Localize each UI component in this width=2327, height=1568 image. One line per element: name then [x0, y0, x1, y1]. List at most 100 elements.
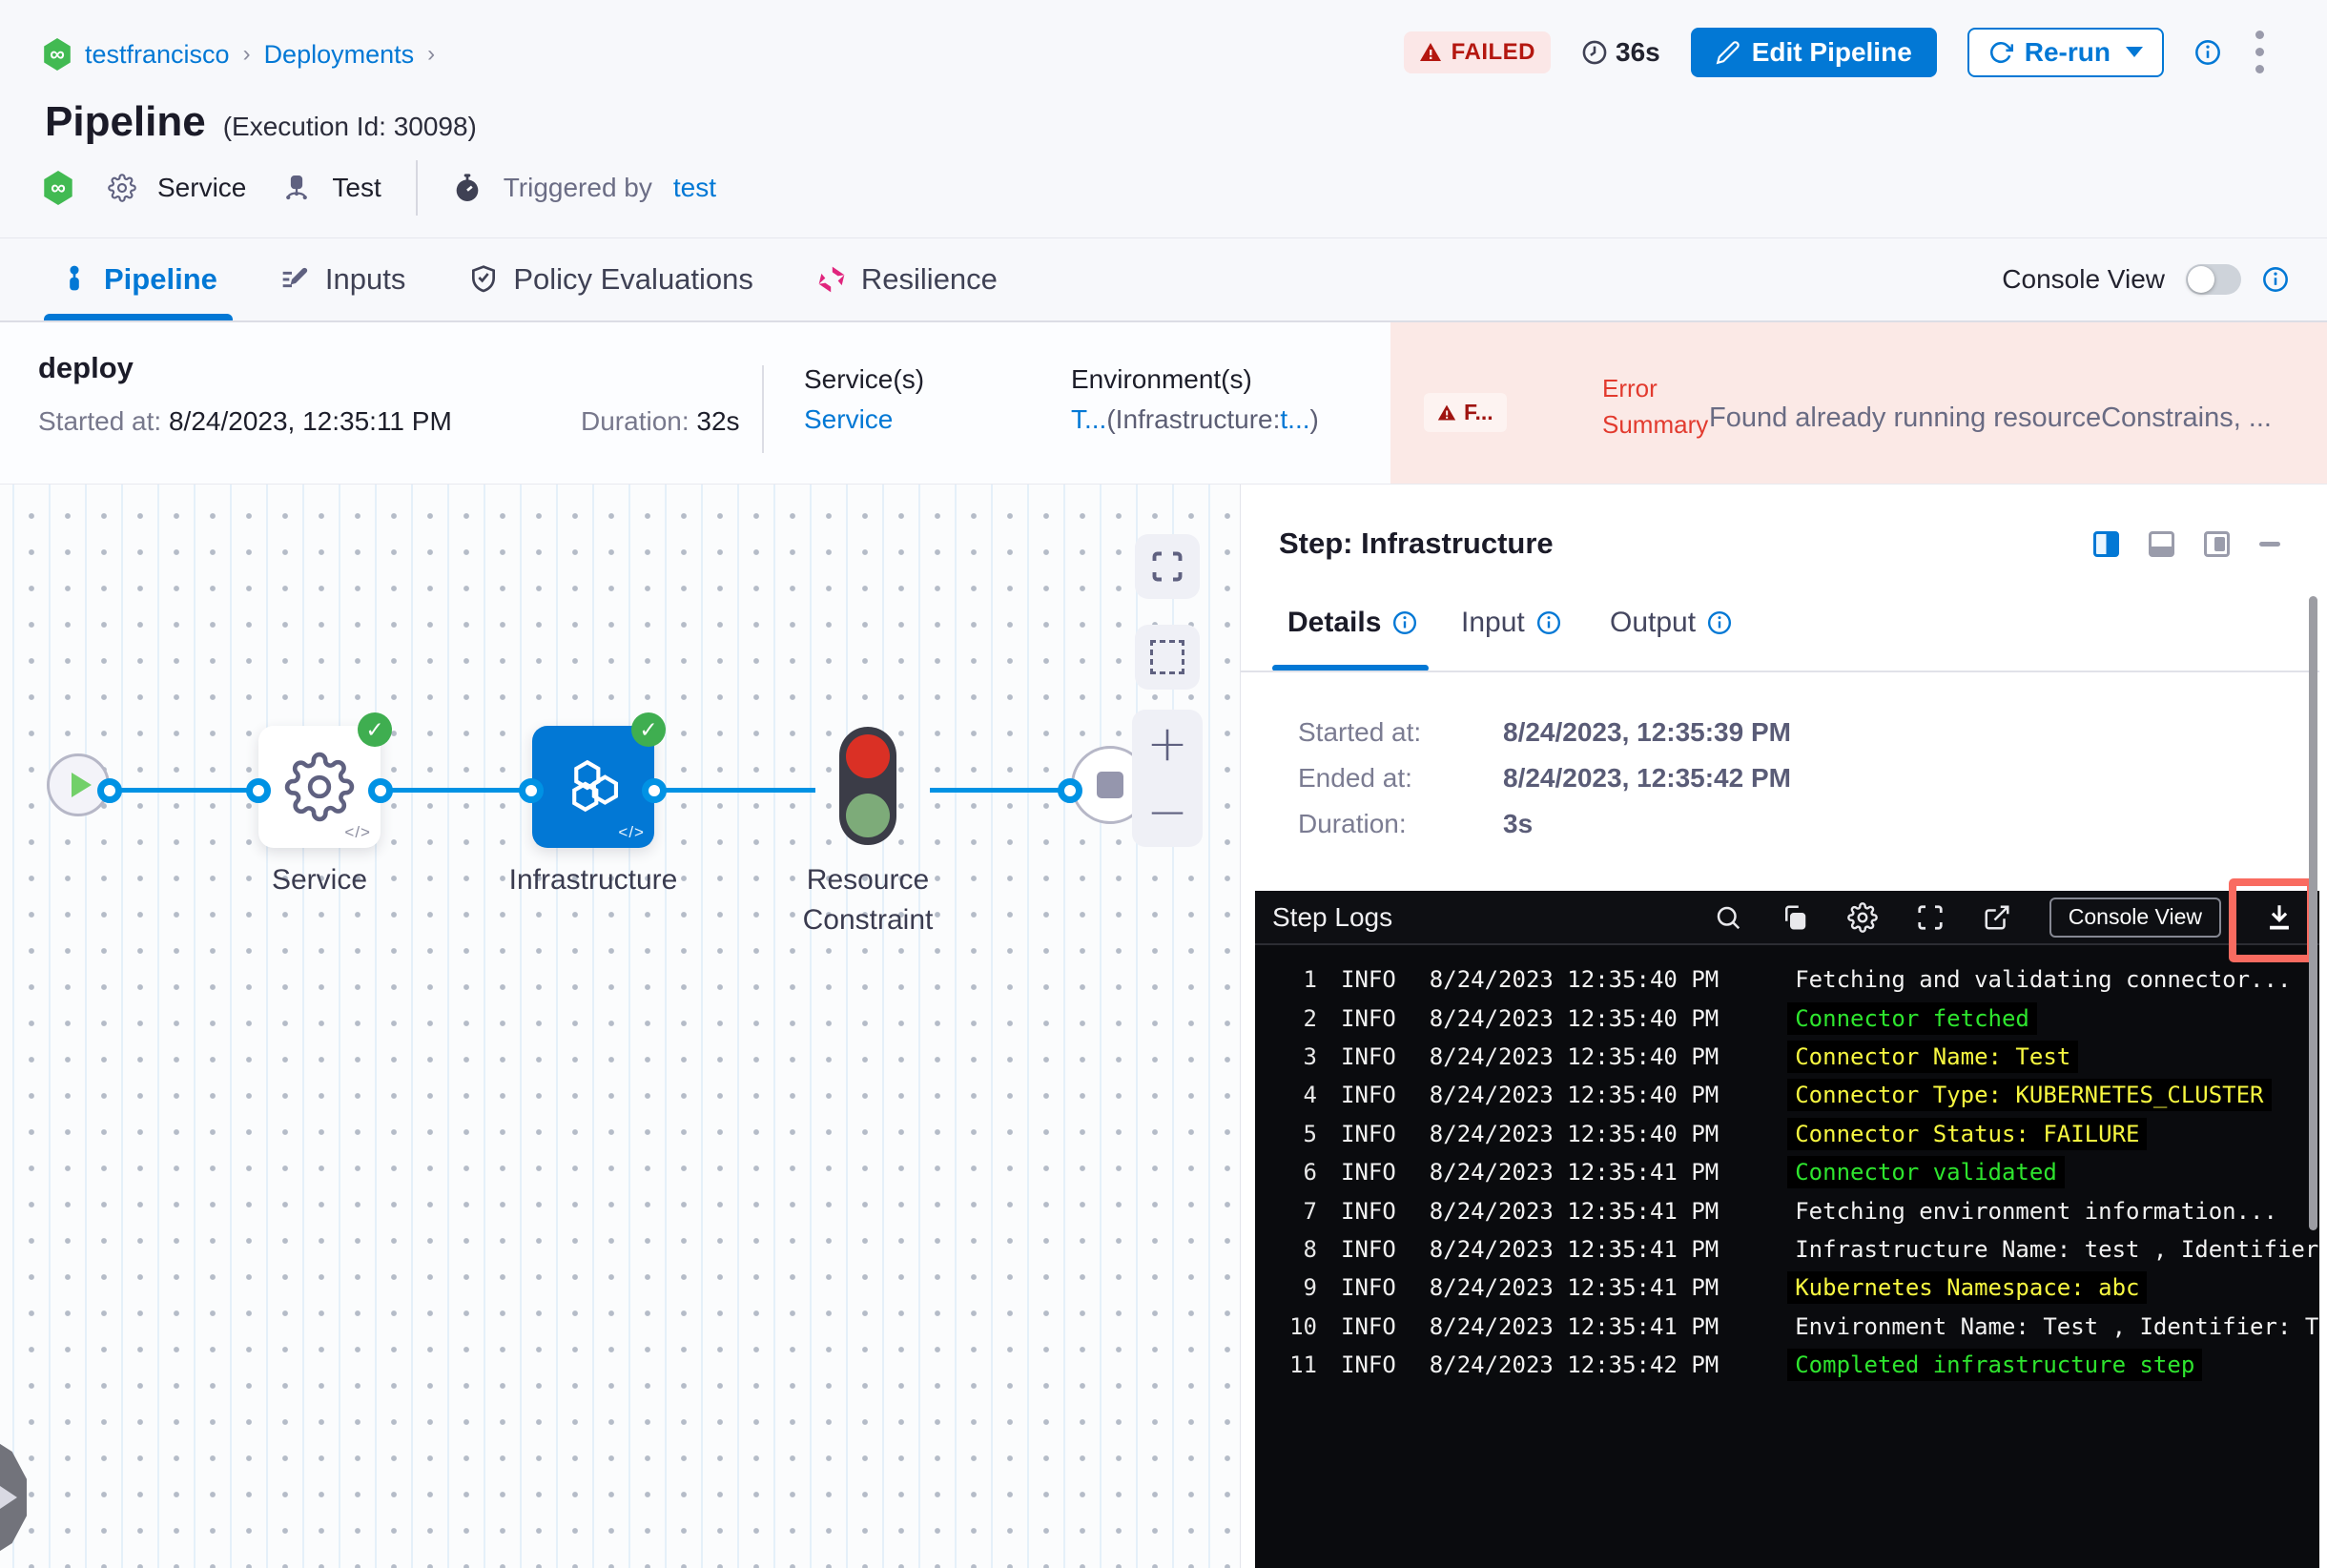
tab-details[interactable]: Details [1287, 607, 1417, 639]
layout-floating-button[interactable] [2204, 531, 2230, 557]
error-summary-text: Found already running resourceConstrains… [1709, 402, 2272, 433]
inputs-icon [282, 267, 308, 288]
node-label-infrastructure: Infrastructure [508, 864, 678, 896]
divider [1241, 671, 2327, 672]
green-light [846, 794, 890, 837]
warning-triangle-icon [1437, 404, 1456, 420]
expand-panel-handle[interactable] [0, 1440, 27, 1555]
trigger-user-name: Test [332, 173, 381, 202]
service-link[interactable]: Service [804, 404, 893, 435]
stage-summary-bar: deploy Started at: 8/24/2023, 12:35:11 P… [0, 322, 2327, 485]
clock-icon [1582, 40, 1607, 64]
canvas-select-button[interactable] [1135, 625, 1200, 690]
chevron-right-icon: › [427, 41, 436, 67]
log-search-button[interactable] [1714, 903, 1742, 932]
node-port [246, 778, 271, 803]
breadcrumb-deployments-link[interactable]: Deployments [264, 40, 415, 70]
canvas-zoom-panel: + − [1132, 710, 1203, 847]
tab-policy-evaluations[interactable]: Policy Evaluations [468, 238, 753, 320]
fullscreen-icon [1152, 551, 1183, 582]
panel-layout-controls [2093, 531, 2280, 557]
environment-link[interactable]: T...(Infrastructure:t...) [1071, 404, 1319, 435]
services-label: Service(s) [804, 364, 925, 394]
tab-output[interactable]: Output [1610, 607, 1732, 639]
info-icon[interactable] [2262, 266, 2289, 293]
harness-cd-logo-icon: ∞ [44, 38, 71, 71]
step-logs-title: Step Logs [1272, 901, 1393, 932]
stage-name: deploy [38, 351, 134, 384]
log-open-new-window-button[interactable] [1983, 903, 2011, 932]
log-console-view-button[interactable]: Console View [2049, 897, 2221, 938]
node-label-service: Service [271, 864, 368, 896]
environments-label: Environment(s) [1071, 364, 1252, 394]
node-port [97, 778, 122, 803]
code-icon: </> [618, 823, 645, 841]
hexagons-icon [572, 759, 618, 813]
execution-id: (Execution Id: 30098) [222, 112, 477, 141]
warning-triangle-icon [1419, 42, 1441, 61]
environment-icon [286, 175, 308, 200]
status-badge: FAILED [1403, 31, 1552, 73]
zoom-out-button[interactable]: − [1146, 788, 1188, 837]
breadcrumb-project-link[interactable]: testfrancisco [85, 40, 230, 70]
log-copy-button[interactable] [1781, 903, 1809, 932]
divider [415, 160, 418, 216]
service-step-node[interactable]: ✓ </> [258, 712, 392, 848]
console-view-label: Console View [2002, 264, 2165, 294]
log-line: 8 INFO 8/24/2023 12:35:41 PM Infrastructure… [1303, 1235, 2320, 1263]
code-icon: </> [344, 823, 371, 841]
log-lines[interactable]: 1 INFO 8/24/2023 12:35:40 PM Fetching and v… [1255, 960, 2320, 1568]
info-icon[interactable] [2194, 39, 2221, 66]
triggered-by-label: Triggered by [503, 173, 652, 202]
pipeline-icon [70, 265, 79, 291]
stop-icon [1097, 772, 1123, 798]
page-header: ∞ testfrancisco › Deployments › FAILED 3… [0, 0, 2327, 238]
stopwatch-icon [456, 174, 479, 201]
zoom-in-button[interactable]: + [1146, 719, 1188, 769]
edit-pipeline-button[interactable]: Edit Pipeline [1690, 27, 1937, 77]
chevron-right-icon: › [242, 41, 251, 67]
panel-scrollbar-track [2319, 485, 2327, 1568]
console-view-toggle[interactable] [2186, 264, 2241, 295]
log-line: 5 INFO 8/24/2023 12:35:40 PM Connector Stat… [1255, 1115, 2320, 1153]
success-check-icon: ✓ [358, 712, 392, 747]
gear-icon [284, 752, 355, 822]
canvas-fullscreen-button[interactable] [1135, 534, 1200, 599]
log-settings-button[interactable] [1846, 901, 1878, 933]
pipeline-meta: ∞ Service Test Triggered by test [43, 160, 716, 216]
minimize-panel-button[interactable] [2259, 542, 2280, 547]
layout-horizontal-split-button[interactable] [2149, 531, 2174, 557]
stage-duration: Duration: 32s [581, 406, 740, 436]
marquee-select-icon [1150, 640, 1184, 674]
rerun-button[interactable]: Re-run [1967, 27, 2164, 77]
pencil-icon [1716, 40, 1740, 64]
detail-field-duration: Duration: 3s [1298, 809, 1534, 838]
info-icon [1393, 610, 1417, 635]
success-check-icon: ✓ [631, 712, 666, 747]
trigger-user-link[interactable]: test [673, 173, 716, 203]
more-options-menu[interactable] [2252, 27, 2268, 77]
tab-input[interactable]: Input [1461, 607, 1561, 639]
resource-constraint-node[interactable] [839, 727, 896, 845]
layout-vertical-split-button[interactable] [2093, 531, 2119, 557]
tab-resilience[interactable]: Resilience [816, 238, 998, 320]
play-icon [71, 773, 92, 797]
log-fullscreen-button[interactable] [1916, 903, 1945, 932]
log-line: 4 INFO 8/24/2023 12:35:40 PM Connector Type… [1255, 1076, 2320, 1114]
panel-scrollbar[interactable] [2309, 596, 2317, 1230]
edge-connector [930, 788, 1060, 793]
step-detail-tabs: Details Input Output [1241, 607, 2327, 671]
edge-connector [391, 788, 521, 793]
log-download-button[interactable] [2263, 901, 2296, 934]
pipeline-canvas[interactable]: ✓ </> ✓ </> Service Infrastructure Resou… [0, 485, 1240, 1568]
edge-connector [121, 788, 248, 793]
tab-inputs[interactable]: Inputs [280, 238, 405, 320]
tab-pipeline[interactable]: Pipeline [44, 238, 233, 320]
node-port [642, 778, 667, 803]
refresh-icon [1989, 41, 2013, 63]
step-panel-title: Step: Infrastructure [1279, 526, 1554, 560]
infrastructure-step-node[interactable]: ✓ </> [532, 712, 666, 848]
gear-icon [108, 174, 136, 202]
log-line: 7 INFO 8/24/2023 12:35:41 PM Fetching envir… [1303, 1197, 2277, 1225]
chevron-right-icon [0, 1486, 17, 1509]
